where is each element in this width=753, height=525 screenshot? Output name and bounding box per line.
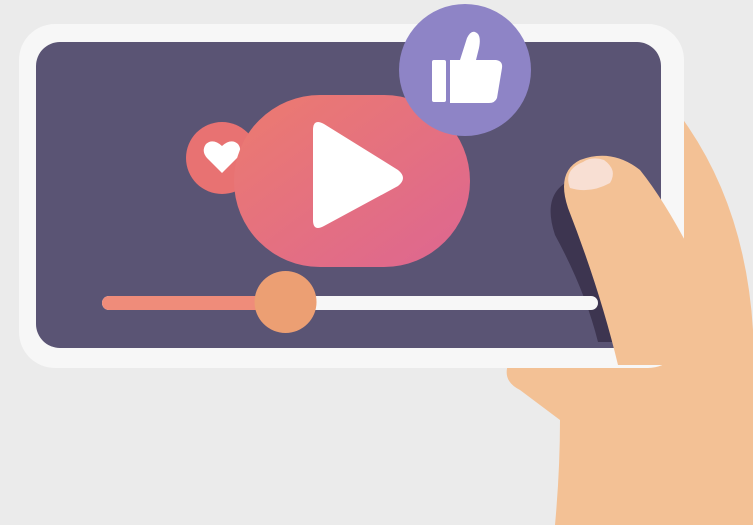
video-like-illustration (0, 0, 753, 525)
illustration-canvas (0, 0, 753, 525)
progress-knob[interactable] (254, 271, 317, 333)
like-badge[interactable] (399, 4, 531, 136)
